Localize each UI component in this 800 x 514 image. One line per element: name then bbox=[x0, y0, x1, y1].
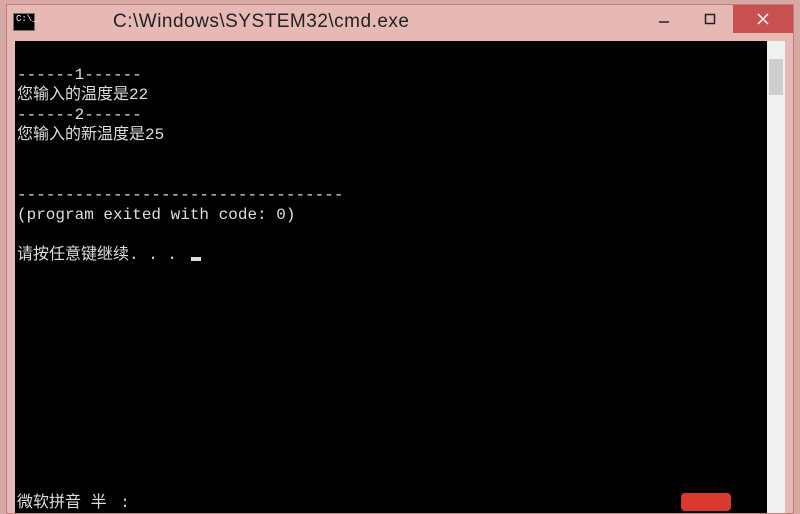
scroll-up-button[interactable] bbox=[767, 41, 785, 59]
maximize-button[interactable] bbox=[687, 5, 733, 33]
titlebar[interactable]: C:\Windows\SYSTEM32\cmd.exe bbox=[7, 5, 793, 39]
watermark-badge bbox=[681, 493, 731, 511]
console-line: 请按任意键继续. . . bbox=[17, 246, 187, 264]
maximize-icon bbox=[704, 13, 716, 25]
minimize-icon bbox=[658, 13, 670, 25]
close-icon bbox=[757, 13, 769, 25]
cmd-icon bbox=[13, 13, 35, 31]
console-line: ------1------ bbox=[17, 66, 142, 84]
console-line: (program exited with code: 0) bbox=[17, 206, 295, 224]
close-button[interactable] bbox=[733, 5, 793, 33]
scrollbar-thumb[interactable] bbox=[769, 59, 783, 95]
text-cursor bbox=[191, 257, 201, 261]
scrollbar-track[interactable] bbox=[767, 59, 785, 495]
ime-status: 微软拼音 半 : bbox=[17, 493, 132, 513]
ime-width: 半 : bbox=[91, 494, 132, 512]
title-left: C:\Windows\SYSTEM32\cmd.exe bbox=[13, 11, 409, 33]
chevron-up-icon bbox=[771, 45, 781, 55]
vertical-scrollbar[interactable] bbox=[767, 41, 785, 513]
cmd-window: C:\Windows\SYSTEM32\cmd.exe ------1-----… bbox=[6, 4, 794, 514]
console-line: 您输入的温度是22 bbox=[17, 86, 148, 104]
console-line: ------2------ bbox=[17, 106, 142, 124]
console-line: ---------------------------------- bbox=[17, 186, 343, 204]
ime-method: 微软拼音 bbox=[17, 494, 81, 512]
scroll-down-button[interactable] bbox=[767, 495, 785, 513]
chevron-down-icon bbox=[771, 499, 781, 509]
client-area: ------1------ 您输入的温度是22 ------2------ 您输… bbox=[15, 41, 785, 513]
window-controls bbox=[641, 5, 793, 39]
window-title: C:\Windows\SYSTEM32\cmd.exe bbox=[113, 11, 409, 33]
console-output[interactable]: ------1------ 您输入的温度是22 ------2------ 您输… bbox=[15, 41, 767, 513]
console-line: 您输入的新温度是25 bbox=[17, 126, 164, 144]
minimize-button[interactable] bbox=[641, 5, 687, 33]
